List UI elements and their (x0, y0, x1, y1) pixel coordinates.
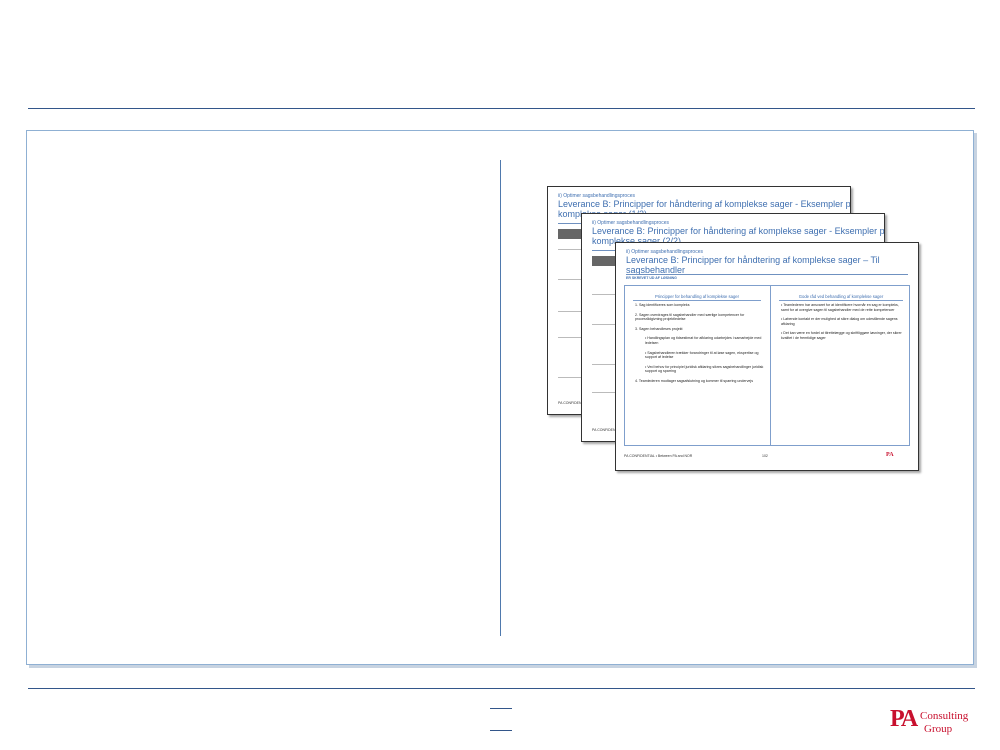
slide-bullet-item: • Det kan være en fordel at tilrettelægg… (781, 331, 902, 340)
slide-title-line1: Leverance B: Principper for håndtering a… (558, 199, 851, 209)
slide-title: Leverance B: Principper for håndtering a… (626, 255, 880, 275)
slide-bullet-item: • Løbende kontakt er der mulighed at sik… (781, 317, 898, 326)
table-line (558, 337, 582, 338)
slide-bullet-item: 1. Sag identificeres som kompleks (635, 303, 690, 307)
slide-bullet-item: • Ved behov for principiel juridisk afkl… (645, 364, 764, 374)
header-rule (28, 108, 975, 109)
slide-page-number: 102 (762, 454, 768, 458)
column-divider (500, 160, 501, 636)
table-line (592, 364, 616, 365)
table-line (592, 294, 616, 295)
slide-tag: ER SKREVET UD AF LØSNING (626, 276, 677, 280)
pa-logo-mark: PA (890, 706, 918, 732)
slide-bullet-item: • Teamlederen har ansvaret for at identi… (781, 303, 899, 312)
slide-bullet-item: 4. Teamlederen modtager sagsafslutning o… (635, 378, 753, 383)
slide-thumbnail-3: ii) Optimer sagsbehandlingsproces Levera… (615, 242, 919, 471)
left-principles-list: 1. Sag identificeres som kompleks 2. Sage… (635, 303, 765, 389)
page-marker-top (490, 708, 512, 709)
left-column-heading: Principper for behandling af komplekse s… (633, 294, 761, 301)
page-marker-bottom (490, 730, 512, 731)
slide-footer: PA CONFIDENTIAL • Between PA and NOR (624, 454, 693, 458)
slide-title-rule (626, 274, 908, 275)
table-line (592, 324, 616, 325)
right-column-heading: Gode råd ved behandling af komplekse sag… (779, 294, 903, 301)
slide-pa-logo: PA (886, 452, 894, 458)
logo-consulting: Consulting (920, 710, 969, 722)
slide-title-line1: Leverance B: Principper for håndtering a… (626, 255, 880, 265)
principles-box: Principper for behandling af komplekse s… (624, 285, 910, 446)
slide-bullet-item: • Handlingsplan og tidsestimat for afkla… (645, 336, 762, 345)
box-column-divider (770, 286, 771, 445)
table-line (558, 377, 582, 378)
table-line (592, 392, 616, 393)
table-line (558, 311, 582, 312)
slide-bullet-item: 3. Sagen behandleses projekt (635, 326, 683, 331)
table-line (558, 249, 582, 250)
slide-title-line1: Leverance B: Principper for håndtering a… (592, 226, 885, 236)
slide-bullet-item: • Sagsbehandleren trækker forandringer t… (645, 350, 759, 360)
pa-consulting-logo: PA Consulting Group (890, 706, 970, 736)
footer-rule (28, 688, 975, 689)
right-advice-list: • Teamlederen har ansvaret for at identi… (781, 303, 905, 346)
table-line (558, 279, 582, 280)
slide-bullet-item: 2. Sagen overdrages til sagsbehandler me… (635, 312, 745, 322)
logo-group: Group (924, 723, 953, 735)
